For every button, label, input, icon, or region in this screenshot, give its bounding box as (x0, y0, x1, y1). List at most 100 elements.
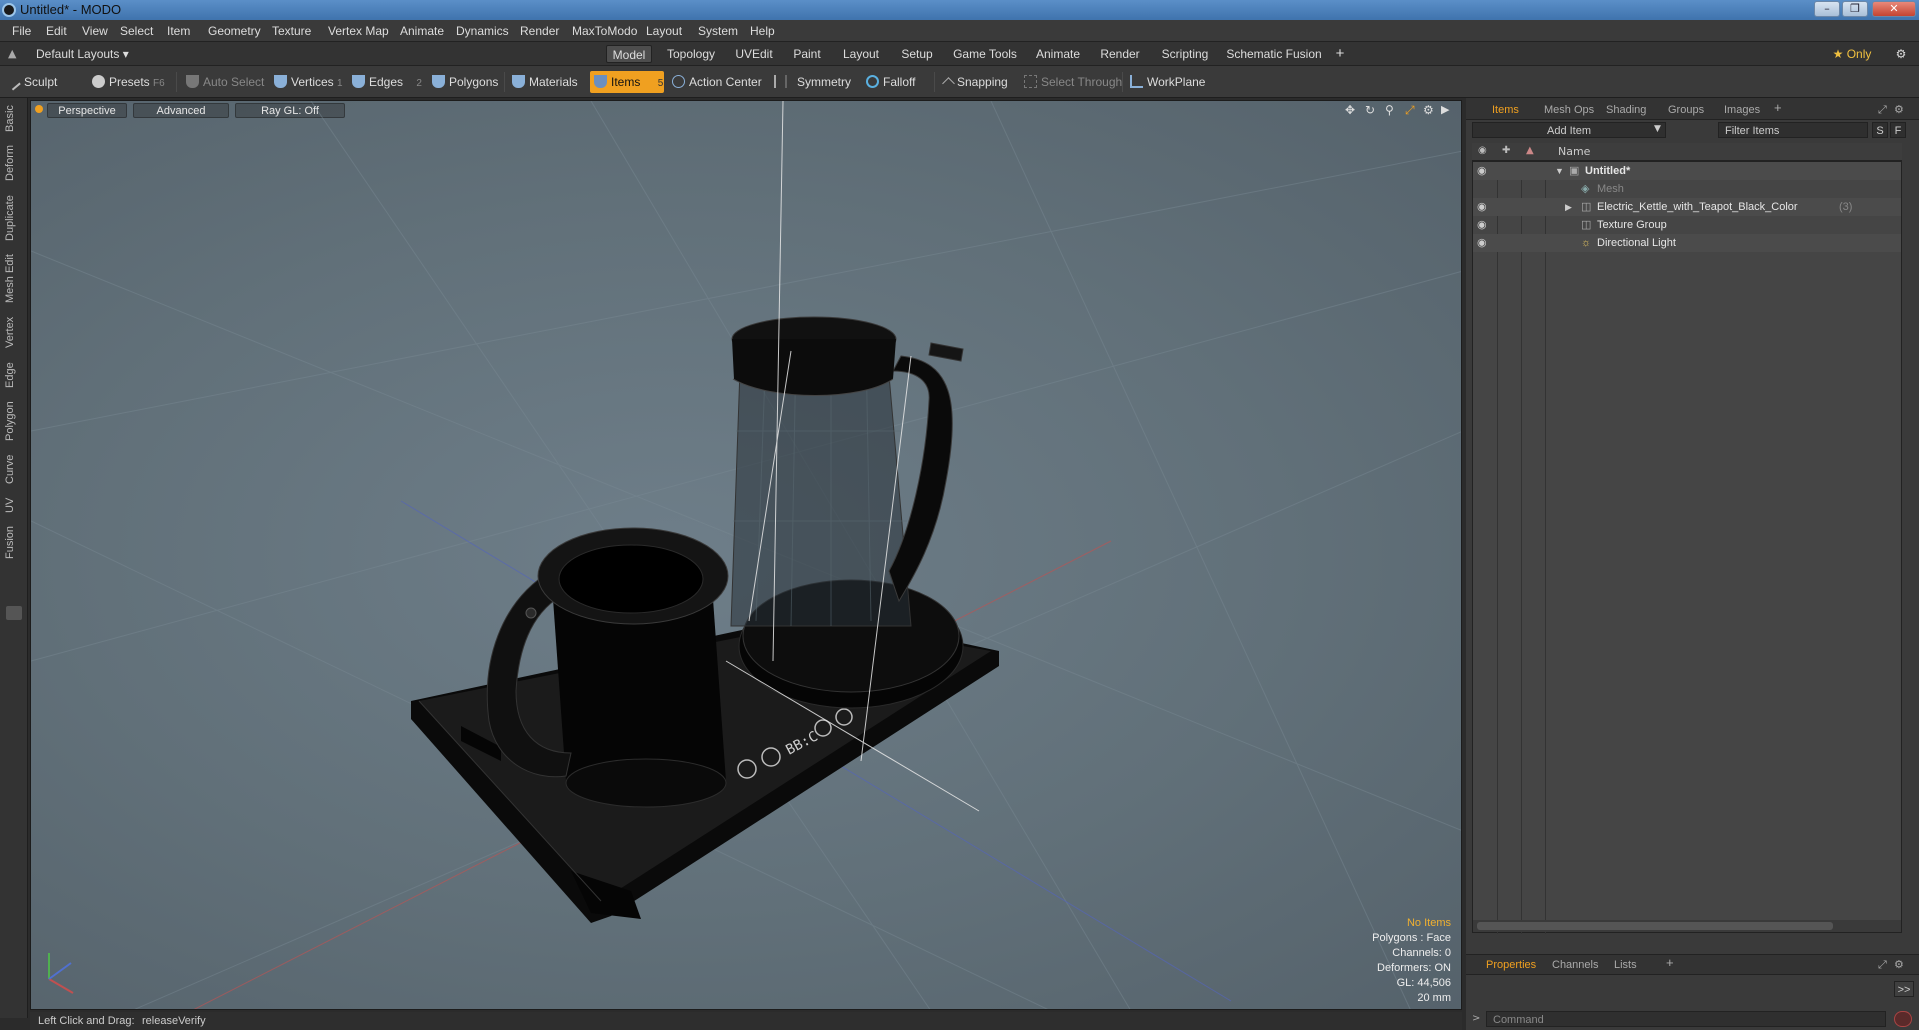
add-item-chevron-down-icon[interactable]: ▼ (1654, 124, 1661, 134)
menu-render[interactable]: Render (520, 24, 559, 38)
tab-channels[interactable]: Channels (1552, 957, 1598, 973)
record-macro-icon[interactable] (1894, 1011, 1912, 1027)
tab-topology[interactable]: Topology (660, 45, 722, 63)
select-through-button[interactable]: Select Through (1024, 71, 1122, 93)
tab-images[interactable]: Images (1724, 102, 1760, 118)
vtab-edge[interactable]: Edge (4, 358, 24, 392)
panel-gear-icon[interactable]: ⚙ (1894, 102, 1904, 118)
tab-lists[interactable]: Lists (1614, 957, 1637, 973)
maximize-button[interactable]: ❐ (1842, 1, 1868, 17)
tab-animate[interactable]: Animate (1030, 45, 1086, 63)
3d-viewport[interactable]: Perspective Advanced Ray GL: Off ✥ ↻ ⚲ ⤢… (30, 100, 1462, 1010)
tab-groups[interactable]: Groups (1668, 102, 1704, 118)
presets-button[interactable]: Presets F6 (92, 71, 165, 93)
menu-texture[interactable]: Texture (272, 24, 311, 38)
lock-column-icon[interactable]: ✚ (1502, 145, 1510, 156)
action-center-button[interactable]: Action Center (672, 71, 762, 93)
vtab-basic[interactable]: Basic (4, 102, 24, 136)
filter-f-button[interactable]: F (1890, 122, 1906, 138)
falloff-button[interactable]: Falloff (866, 71, 915, 93)
tab-render[interactable]: Render (1094, 45, 1146, 63)
tab-model[interactable]: Model (606, 45, 652, 63)
menu-select[interactable]: Select (120, 24, 153, 38)
minimize-button[interactable]: – (1814, 1, 1840, 17)
vtab-deform[interactable]: Deform (4, 142, 24, 184)
menu-file[interactable]: File (12, 24, 31, 38)
tab-properties[interactable]: Properties (1486, 957, 1536, 973)
vtab-uv[interactable]: UV (4, 494, 24, 516)
palette-toggle-button[interactable] (6, 606, 22, 620)
workplane-button[interactable]: WorkPlane (1130, 71, 1205, 93)
properties-expand-icon[interactable]: ⤢ (1878, 957, 1887, 973)
vtab-mesh-edit[interactable]: Mesh Edit (4, 252, 24, 306)
tab-game-tools[interactable]: Game Tools (948, 45, 1022, 63)
tab-layout[interactable]: Layout (836, 45, 886, 63)
tab-schematic-fusion[interactable]: Schematic Fusion (1224, 45, 1324, 63)
item-row-scene[interactable]: ◉ ▼ ▣ Untitled* (1473, 162, 1901, 180)
visibility-column-icon[interactable]: ◉ (1478, 145, 1487, 156)
close-button[interactable]: ✕ (1872, 1, 1916, 17)
vertices-button[interactable]: Vertices 1 (274, 71, 343, 93)
sculpt-button[interactable]: Sculpt (9, 71, 57, 93)
menu-layout[interactable]: Layout (646, 24, 682, 38)
gear-icon[interactable]: ⚙ (1892, 45, 1910, 63)
menu-vertex-map[interactable]: Vertex Map (328, 24, 389, 38)
visibility-eye-icon[interactable]: ◉ (1477, 198, 1488, 213)
vtab-fusion[interactable]: Fusion (4, 522, 24, 562)
menu-help[interactable]: Help (750, 24, 775, 38)
menu-maxtomodo[interactable]: MaxToModo (572, 24, 637, 38)
tab-mesh-ops[interactable]: Mesh Ops (1544, 102, 1594, 118)
items-button[interactable]: Items 5 (590, 71, 664, 93)
filter-items-input[interactable]: Filter Items (1718, 122, 1868, 138)
vtab-polygon[interactable]: Polygon (4, 398, 24, 444)
visibility-eye-icon[interactable]: ◉ (1477, 162, 1488, 177)
name-column-header[interactable]: Name (1558, 145, 1590, 158)
item-row-texture-group[interactable]: ◉ ◫ Texture Group (1473, 216, 1901, 234)
tab-paint[interactable]: Paint (786, 45, 828, 63)
expand-arrow-icon[interactable]: ▼ (1555, 162, 1564, 180)
menu-animate[interactable]: Animate (400, 24, 444, 38)
command-input[interactable]: Command (1486, 1011, 1886, 1027)
horizontal-scrollbar[interactable] (1473, 920, 1901, 932)
menu-edit[interactable]: Edit (46, 24, 67, 38)
status-hint: Left Click and Drag: (38, 1015, 135, 1027)
item-row-directional-light[interactable]: ◉ ☼ Directional Light (1473, 234, 1901, 252)
vtab-vertex[interactable]: Vertex (4, 312, 24, 352)
properties-gear-icon[interactable]: ⚙ (1894, 957, 1904, 973)
tab-items[interactable]: Items (1492, 102, 1519, 118)
tab-uvedit[interactable]: UVEdit (730, 45, 778, 63)
filter-s-button[interactable]: S (1872, 122, 1888, 138)
add-item-dropdown[interactable]: Add Item (1472, 122, 1666, 138)
add-panel-tab-icon[interactable]: + (1774, 100, 1782, 116)
edges-button[interactable]: Edges 2 (352, 71, 422, 93)
menu-dynamics[interactable]: Dynamics (456, 24, 509, 38)
menu-item[interactable]: Item (167, 24, 190, 38)
add-properties-tab-icon[interactable]: + (1666, 955, 1674, 971)
add-tab-button[interactable]: + (1332, 45, 1348, 63)
item-row-kettle[interactable]: ◉ ▶ ◫ Electric_Kettle_with_Teapot_Black_… (1473, 198, 1901, 216)
vtab-curve[interactable]: Curve (4, 450, 24, 488)
visibility-eye-icon[interactable]: ◉ (1477, 234, 1488, 249)
item-row-mesh[interactable]: ◈ Mesh (1473, 180, 1901, 198)
tab-shading[interactable]: Shading (1606, 102, 1646, 118)
menu-system[interactable]: System (698, 24, 738, 38)
layouts-dropdown[interactable]: Default Layouts ▾ (36, 45, 132, 63)
expand-arrow-icon[interactable]: ▶ (1565, 198, 1572, 216)
scrollbar-thumb[interactable] (1477, 922, 1833, 930)
layout-menu-icon[interactable]: ▲ (8, 47, 20, 60)
tab-setup[interactable]: Setup (894, 45, 940, 63)
menu-geometry[interactable]: Geometry (208, 24, 261, 38)
vtab-duplicate[interactable]: Duplicate (4, 190, 24, 246)
materials-button[interactable]: Materials (512, 71, 578, 93)
auto-select-button[interactable]: Auto Select (186, 71, 264, 93)
tab-scripting[interactable]: Scripting (1154, 45, 1216, 63)
only-toggle[interactable]: ★ Only (1822, 45, 1882, 63)
menu-view[interactable]: View (82, 24, 108, 38)
snapping-button[interactable]: Snapping (942, 71, 1008, 93)
expand-properties-button[interactable]: >> (1894, 981, 1914, 997)
polygons-button[interactable]: Polygons (432, 71, 498, 93)
visibility-eye-icon[interactable]: ◉ (1477, 216, 1488, 231)
type-column-icon[interactable]: ▲ (1526, 145, 1534, 156)
panel-expand-icon[interactable]: ⤢ (1878, 102, 1887, 118)
symmetry-button[interactable]: Symmetry (774, 71, 851, 93)
